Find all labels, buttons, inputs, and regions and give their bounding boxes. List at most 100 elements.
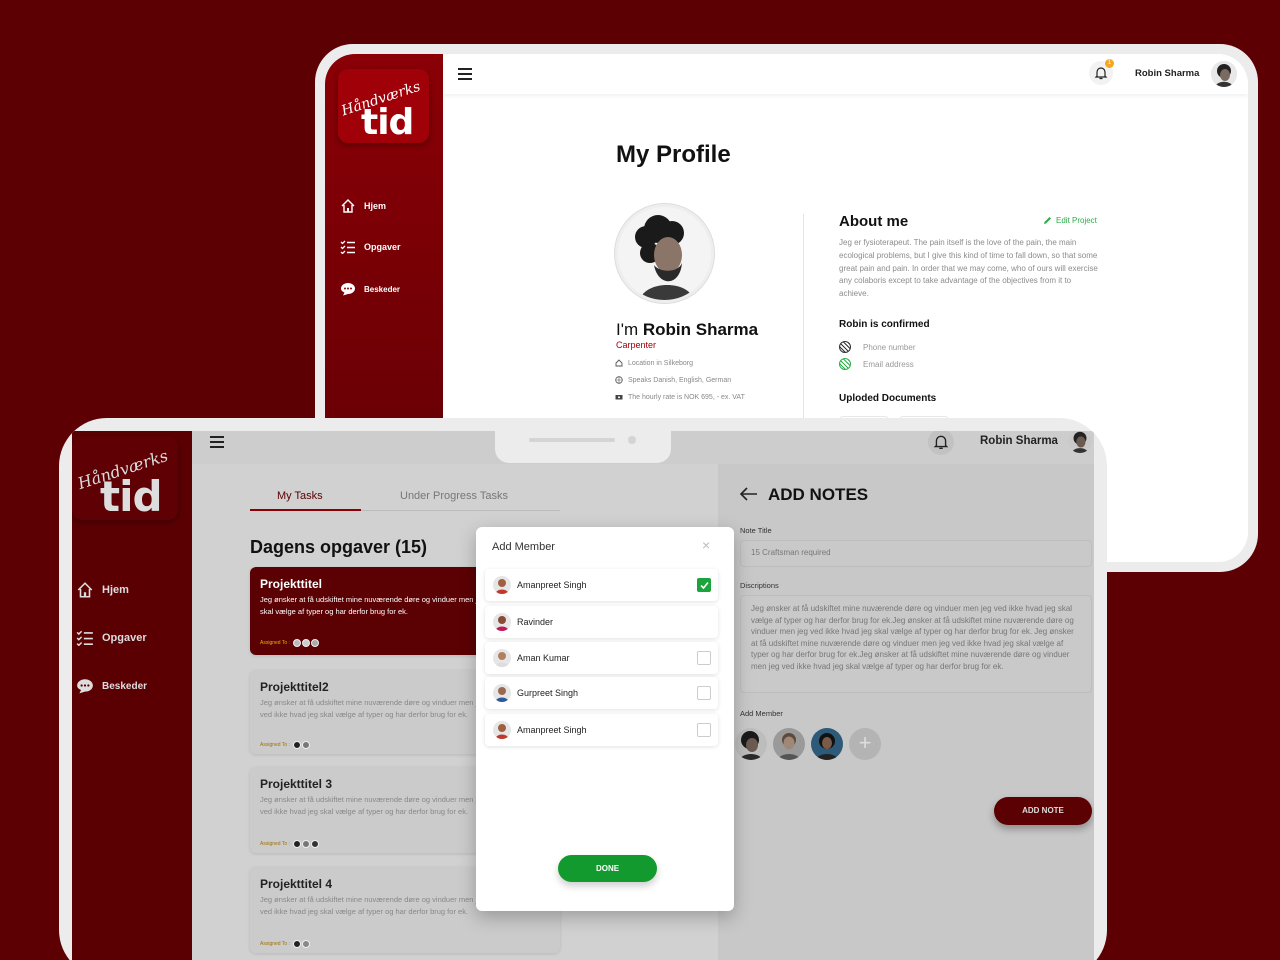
tasks-heading: Dagens opgaver (15): [250, 537, 428, 557]
notification-badge: 1: [1105, 59, 1114, 68]
modal-title: Add Member: [492, 541, 555, 553]
avatar: [292, 741, 301, 749]
location-text: Location in Silkeborg: [628, 359, 693, 367]
edit-project-link[interactable]: Edit Project: [1043, 216, 1097, 225]
header-user-name[interactable]: Robin Sharma: [1135, 68, 1199, 79]
member-row[interactable]: Gurpreet Singh: [485, 677, 718, 709]
brand-big: tid: [100, 472, 163, 521]
avatar: [301, 840, 310, 848]
add-member-modal: Add Member × Amanpreet Singh Ravinder Am…: [476, 527, 734, 911]
member-avatar[interactable]: [811, 728, 843, 760]
header-avatar[interactable]: [1068, 431, 1092, 453]
member-checkbox[interactable]: [697, 578, 711, 592]
nav-label: Opgaver: [364, 242, 401, 252]
avatar: [292, 639, 301, 647]
done-button[interactable]: DONE: [558, 855, 657, 882]
phone-label: Phone number: [863, 342, 916, 352]
header-avatar[interactable]: [1211, 61, 1237, 87]
nav-item-opgaver[interactable]: Opgaver: [76, 630, 147, 646]
chat-icon: [341, 283, 355, 296]
nav-item-beskeder[interactable]: Beskeder: [340, 282, 400, 296]
member-avatar[interactable]: [735, 728, 767, 760]
tab-my-tasks[interactable]: My Tasks: [277, 490, 323, 502]
info-languages: Speaks Danish, English, German: [615, 376, 731, 384]
checklist-icon: [340, 240, 355, 254]
im-prefix: I'm: [616, 320, 639, 339]
brand-big: tid: [361, 102, 414, 143]
nav-item-hjem[interactable]: Hjem: [340, 198, 386, 214]
profile-avatar: [615, 204, 714, 303]
task-assigned: Assigned To :: [260, 840, 319, 848]
avatar: [301, 940, 310, 948]
notification-button[interactable]: 1: [1089, 59, 1114, 85]
menu-icon[interactable]: [458, 68, 472, 83]
home-small-icon: [615, 359, 623, 367]
bell-icon: [1094, 67, 1108, 80]
active-tab-indicator: [250, 509, 361, 511]
nav-item-beskeder[interactable]: Beskeder: [76, 678, 147, 694]
avatar: [493, 721, 511, 739]
avatar: [301, 639, 310, 647]
check-icon: [699, 581, 709, 589]
notification-button[interactable]: [928, 431, 954, 455]
edit-label: Edit Project: [1056, 216, 1097, 225]
member-name: Amanpreet Singh: [517, 725, 587, 735]
assigned-label: Assigned To :: [260, 841, 290, 847]
close-icon[interactable]: ×: [702, 537, 710, 553]
member-row[interactable]: Amanpreet Singh: [485, 714, 718, 746]
member-name: Gurpreet Singh: [517, 688, 579, 698]
verified-badge-icon: [839, 358, 851, 370]
nav-item-opgaver[interactable]: Opgaver: [340, 240, 401, 254]
back-arrow-icon[interactable]: [740, 487, 758, 501]
profile-name: Robin Sharma: [642, 320, 759, 339]
member-row[interactable]: Ravinder: [485, 606, 718, 638]
about-heading: About me: [839, 213, 909, 230]
assigned-label: Assigned To :: [260, 742, 290, 748]
add-member-label: Add Member: [740, 709, 783, 718]
tab-under-progress[interactable]: Under Progress Tasks: [400, 490, 508, 502]
member-avatar[interactable]: [773, 728, 805, 760]
member-checkbox[interactable]: [697, 723, 711, 737]
notes-heading: ADD NOTES: [768, 485, 869, 504]
checklist-icon: [76, 630, 93, 646]
task-title: Projekttitel 4: [260, 877, 333, 891]
email-label: Email address: [863, 359, 914, 369]
avatar: [310, 840, 319, 848]
assigned-label: Assigned To :: [260, 640, 290, 646]
member-name: Ravinder: [517, 617, 554, 627]
confirmed-email: Email address: [839, 358, 914, 370]
page-title: My Profile: [616, 141, 731, 168]
task-title: Projekttitel 3: [260, 777, 333, 791]
nav-label: Hjem: [102, 584, 129, 596]
header-user-name[interactable]: Robin Sharma: [980, 435, 1058, 447]
avatar: [493, 576, 511, 594]
about-text: Jeg er fysioterapeut. The pain itself is…: [839, 238, 1098, 299]
member-row[interactable]: Amanpreet Singh: [485, 569, 718, 601]
brand-logo[interactable]: Håndværks tid: [72, 436, 178, 521]
top-bar: 1 Robin Sharma: [443, 54, 1248, 94]
member-checkbox[interactable]: [697, 686, 711, 700]
avatar: [310, 639, 319, 647]
task-assigned: Assigned To :: [260, 940, 310, 948]
avatar: [493, 613, 511, 631]
add-member-button[interactable]: +: [849, 728, 881, 760]
task-description: Jeg ønsker at få udskiftet mine nuværend…: [260, 698, 486, 719]
languages-text: Speaks Danish, English, German: [628, 376, 732, 384]
description-textarea[interactable]: Jeg ønsker at få udskiftet mine nuværend…: [740, 595, 1092, 693]
home-icon: [341, 199, 355, 213]
member-checkbox[interactable]: [697, 651, 711, 665]
note-title-label: Note Title: [740, 526, 772, 535]
add-note-button[interactable]: ADD NOTE: [994, 797, 1092, 825]
brand-logo[interactable]: Håndværks tid: [338, 69, 429, 143]
confirmed-phone: Phone number: [839, 341, 915, 353]
avatar: [493, 649, 511, 667]
nav-item-hjem[interactable]: Hjem: [76, 581, 129, 599]
globe-icon: [615, 376, 623, 384]
documents-heading: Uploded Documents: [839, 393, 937, 404]
menu-icon[interactable]: [210, 436, 224, 451]
home-icon: [77, 582, 93, 598]
assigned-label: Assigned To :: [260, 941, 290, 947]
member-row[interactable]: Aman Kumar: [485, 642, 718, 674]
pencil-icon: [1044, 217, 1051, 224]
note-title-input[interactable]: 15 Craftsman required: [740, 540, 1092, 567]
